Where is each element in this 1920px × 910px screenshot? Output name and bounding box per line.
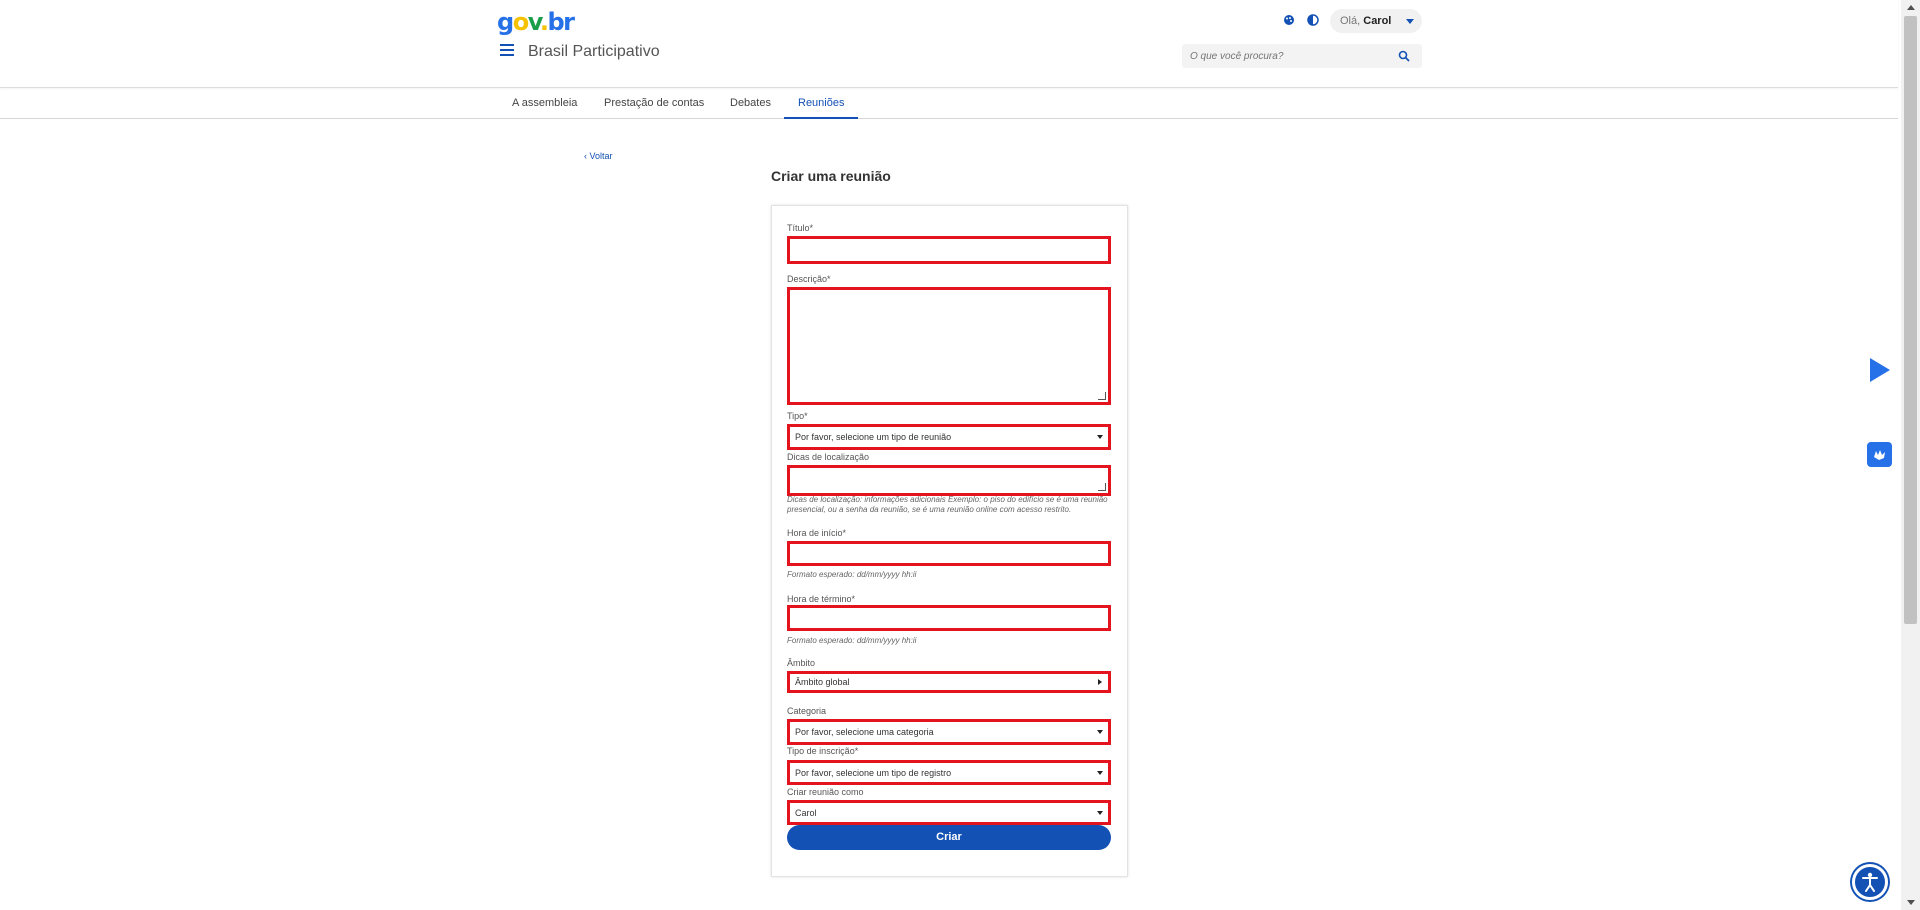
greeting-text: Olá, (1340, 15, 1361, 27)
search-icon[interactable] (1398, 49, 1412, 63)
resize-handle-icon[interactable] (1098, 392, 1106, 400)
play-icon[interactable] (1870, 358, 1890, 382)
descricao-label: Descrição* (787, 274, 831, 284)
accessibility-icon[interactable] (1852, 864, 1888, 900)
titulo-field[interactable] (787, 236, 1111, 264)
tab-debates[interactable]: Debates (716, 88, 785, 119)
inscricao-select-value: Por favor, selecione um tipo de registro (795, 767, 952, 778)
ambito-select[interactable]: Âmbito global (787, 671, 1111, 693)
inscricao-label: Tipo de inscrição* (787, 746, 859, 756)
caret-down-icon (1097, 770, 1103, 775)
tipo-select[interactable]: Por favor, selecione um tipo de reunião (787, 424, 1111, 450)
palette-icon[interactable] (1282, 14, 1296, 28)
hora-inicio-hint: Formato esperado: dd/mm/yyyy hh:ii (787, 570, 917, 579)
tab-reunioes[interactable]: Reuniões (784, 88, 859, 119)
hora-termino-label: Hora de término* (787, 594, 856, 604)
dicas-field[interactable] (787, 465, 1111, 496)
tipo-label: Tipo* (787, 411, 808, 421)
chevron-left-icon: ‹ (584, 151, 587, 161)
ambito-select-value: Âmbito global (795, 677, 850, 687)
resize-handle-icon[interactable] (1098, 483, 1106, 491)
tipo-select-value: Por favor, selecione um tipo de reunião (795, 432, 952, 442)
page-title: Criar uma reunião (771, 168, 891, 184)
criar-button[interactable]: Criar (787, 825, 1111, 850)
categoria-select[interactable]: Por favor, selecione uma categoria (787, 719, 1111, 745)
hora-termino-field[interactable] (787, 605, 1111, 631)
dicas-textarea[interactable] (790, 468, 1108, 493)
categoria-label: Categoria (787, 706, 827, 716)
hora-inicio-label: Hora de início* (787, 528, 847, 538)
caret-right-icon (1098, 679, 1102, 685)
caret-down-icon (1097, 435, 1103, 439)
search-box (1182, 44, 1422, 68)
descricao-textarea[interactable] (790, 290, 1108, 402)
categoria-select-value: Por favor, selecione uma categoria (795, 727, 934, 737)
page-scrollbar[interactable] (1901, 0, 1920, 910)
hora-termino-input[interactable] (790, 608, 1108, 629)
user-name: Carol (1363, 15, 1392, 27)
scroll-thumb[interactable] (1904, 16, 1917, 624)
titulo-label: Título* (787, 223, 814, 233)
dicas-label: Dicas de localização (787, 452, 870, 462)
descricao-field[interactable] (787, 287, 1111, 405)
scroll-up-icon[interactable] (1907, 5, 1915, 10)
hora-inicio-field[interactable] (787, 541, 1111, 566)
hora-inicio-input[interactable] (790, 545, 1108, 564)
site-header: gov.br Brasil Participativo Olá, Carol (0, 0, 1898, 88)
criar-como-select[interactable]: Carol (787, 800, 1111, 825)
nav-tabs: A assembleia Prestação de contas Debates… (0, 88, 1898, 119)
back-link[interactable]: ‹ Voltar (584, 151, 613, 161)
vlibras-icon[interactable] (1867, 442, 1892, 467)
site-title[interactable]: Brasil Participativo (528, 43, 660, 61)
titulo-input[interactable] (790, 239, 1108, 261)
dicas-hint: Dicas de localização: informações adicio… (787, 495, 1108, 514)
hora-termino-hint: Formato esperado: dd/mm/yyyy hh:ii (787, 636, 917, 645)
caret-down-icon (1097, 810, 1103, 815)
user-menu[interactable]: Olá, Carol (1330, 9, 1422, 33)
caret-down-icon (1406, 19, 1414, 24)
ambito-label: Âmbito (787, 658, 816, 668)
govbr-logo[interactable]: gov.br (497, 8, 575, 36)
tab-a-assembleia[interactable]: A assembleia (498, 88, 591, 119)
caret-down-icon (1097, 730, 1103, 734)
criar-como-select-value: Carol (795, 807, 817, 818)
inscricao-select[interactable]: Por favor, selecione um tipo de registro (787, 760, 1111, 785)
search-input[interactable] (1190, 48, 1390, 64)
back-label: Voltar (589, 151, 613, 161)
tab-prestacao-de-contas[interactable]: Prestação de contas (590, 88, 718, 119)
contrast-icon[interactable] (1306, 14, 1320, 28)
menu-icon[interactable] (500, 44, 514, 56)
criar-como-label: Criar reunião como (787, 787, 864, 797)
scroll-down-icon[interactable] (1907, 900, 1915, 905)
